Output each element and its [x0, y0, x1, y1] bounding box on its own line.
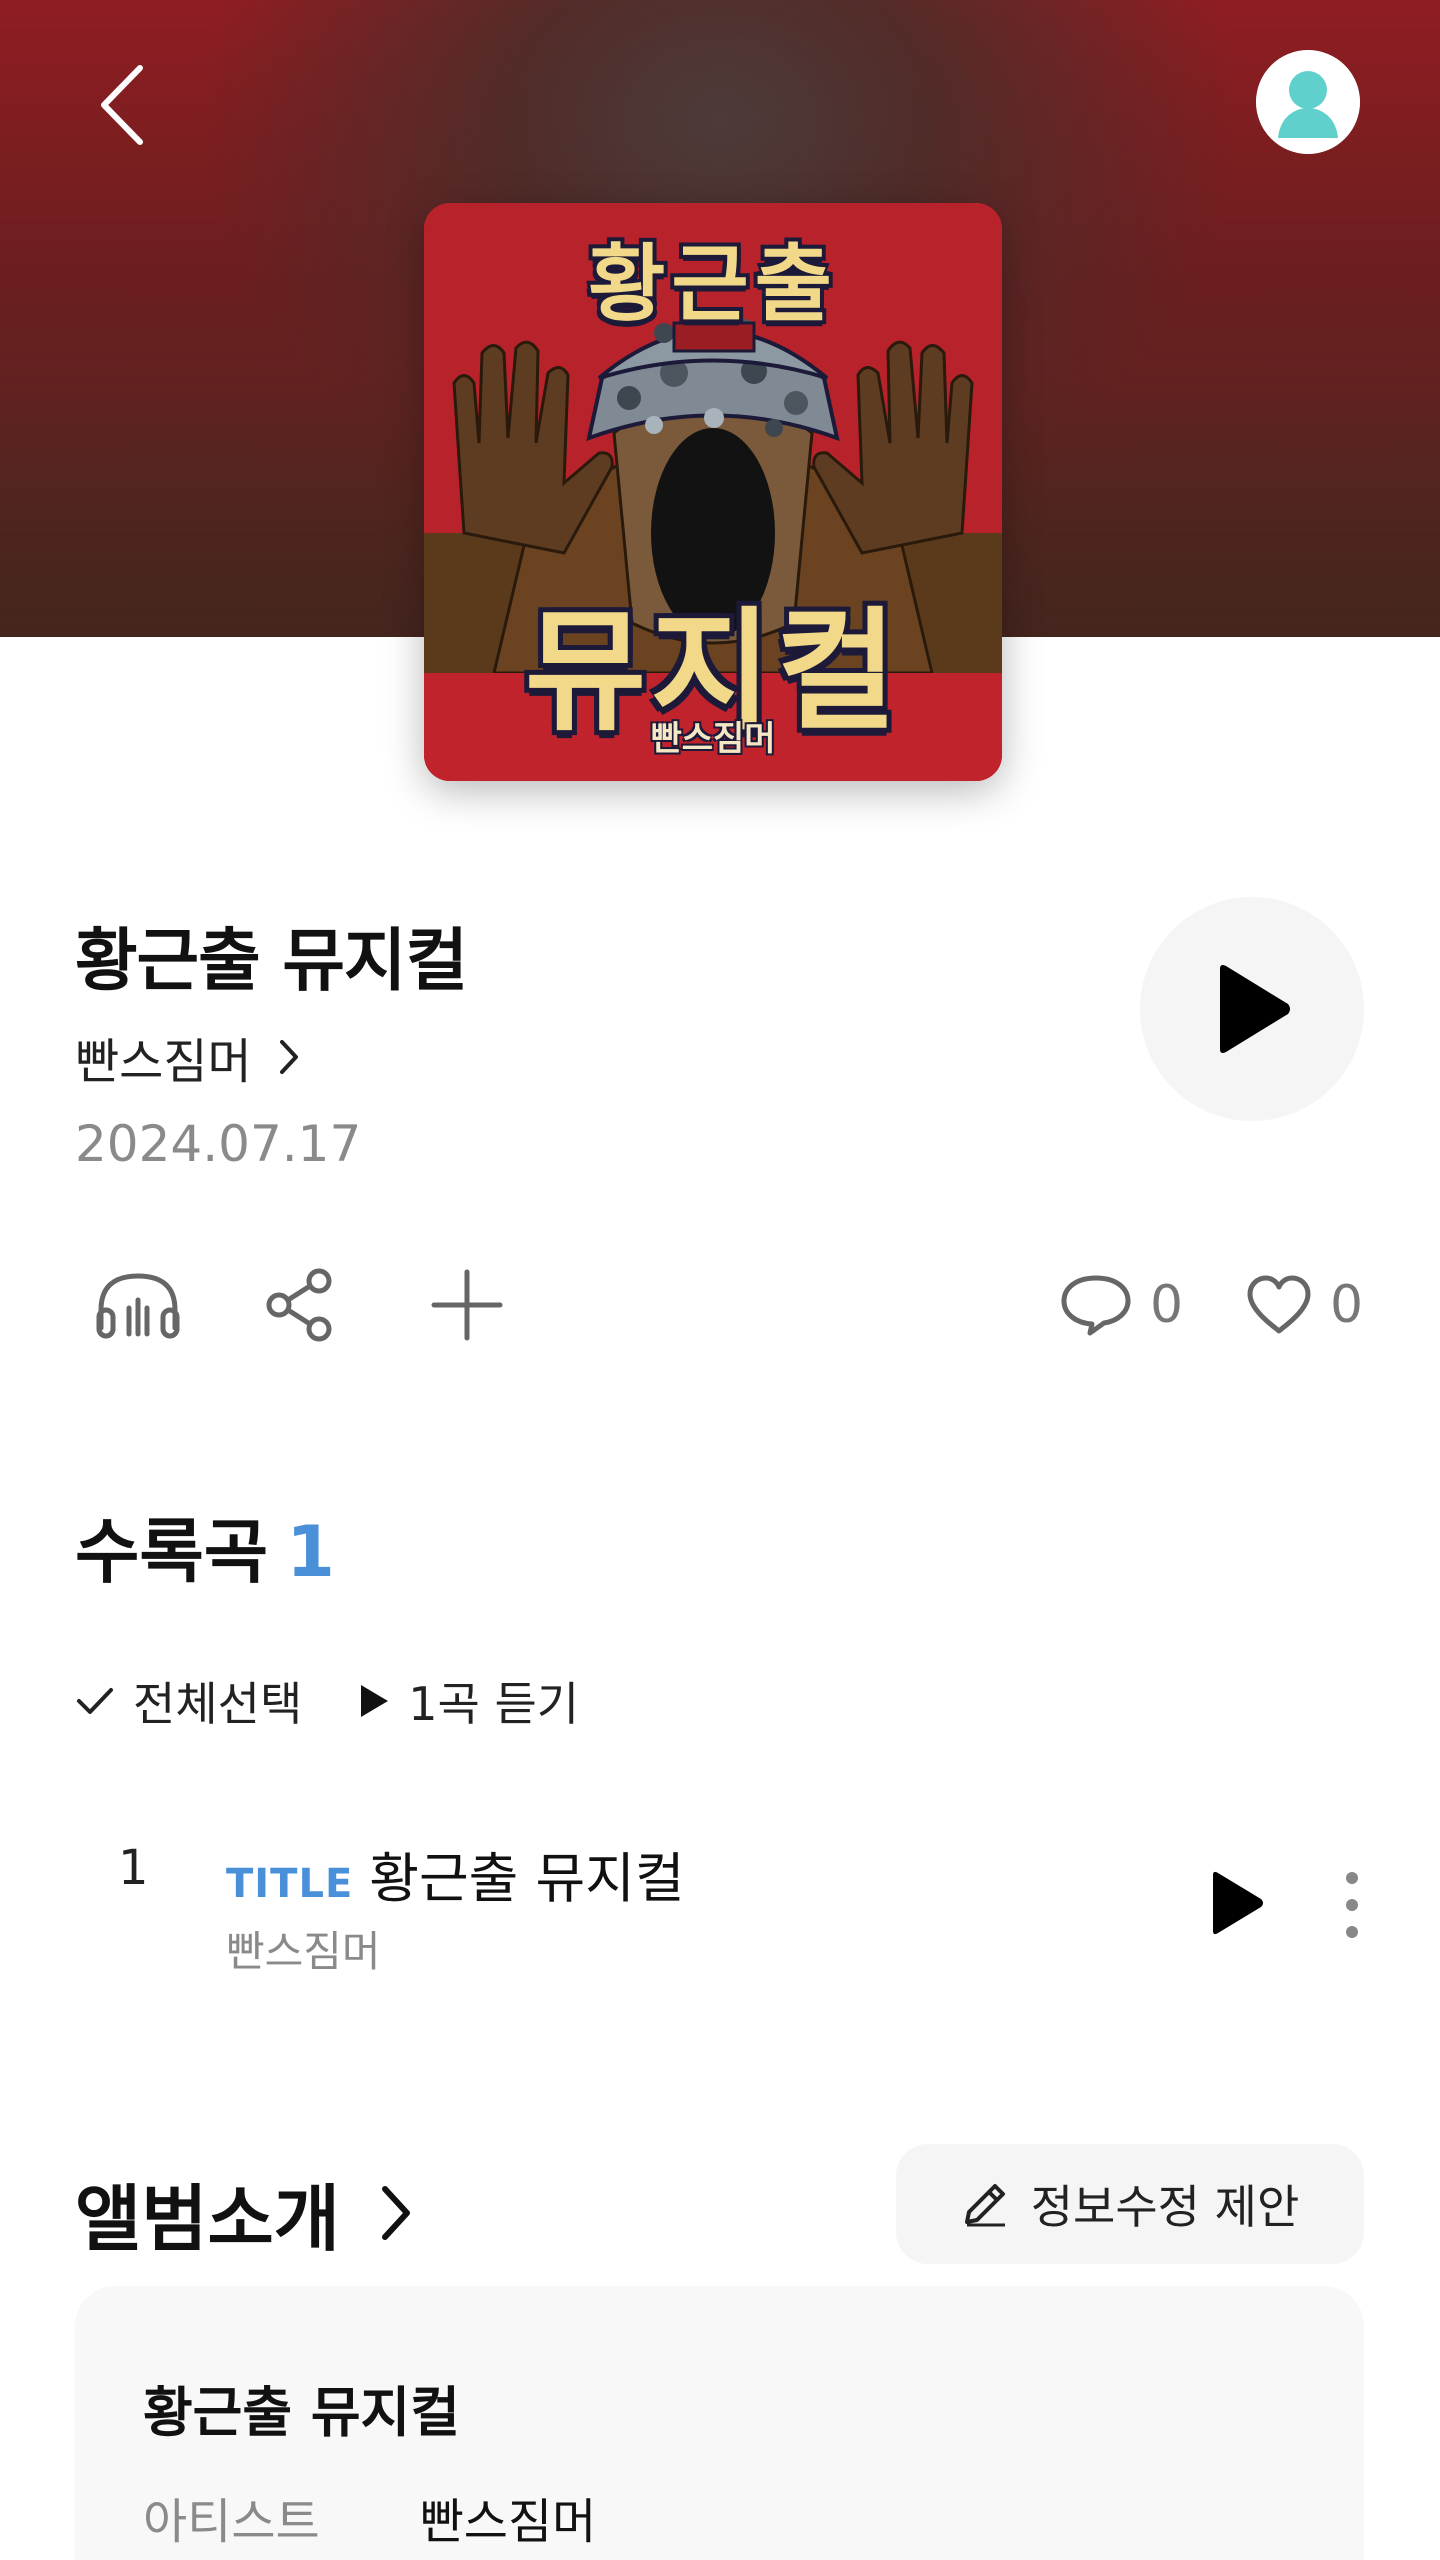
track-title-line: TITLE 황근출 뮤지컬	[226, 1834, 685, 1913]
album-cover-art: 황근출 뮤지컬 빤스짐머	[424, 203, 1002, 781]
info-artist-row: 아티스트 빤스짐머	[143, 2482, 596, 2552]
plus-icon	[431, 1269, 503, 1341]
play-icon	[1220, 965, 1290, 1053]
tracklist-label: 수록곡	[75, 1511, 269, 1593]
chevron-right-icon	[381, 2185, 410, 2240]
album-intro-heading: 앨범소개	[75, 2177, 340, 2261]
track-artist: 빤스짐머	[226, 1927, 381, 1976]
back-button[interactable]	[88, 60, 158, 150]
info-artist-value[interactable]: 빤스짐머	[420, 2482, 597, 2552]
select-all-label: 전체선택	[133, 1677, 303, 1731]
share-icon	[266, 1268, 332, 1342]
select-all-button[interactable]: 전체선택	[75, 1668, 302, 1734]
chevron-left-icon	[101, 65, 143, 145]
comment-count: 0	[1150, 1275, 1184, 1335]
track-play-button[interactable]	[1205, 1870, 1265, 1936]
title-badge: TITLE	[226, 1861, 354, 1907]
release-date: 2024.07.17	[75, 1115, 362, 1173]
add-to-playlist-button[interactable]	[430, 1265, 504, 1345]
info-card-title: 황근출 뮤지컬	[143, 2381, 460, 2444]
track-row[interactable]: 1 TITLE 황근출 뮤지컬 빤스짐머	[0, 1820, 1440, 1980]
share-button[interactable]	[265, 1265, 335, 1345]
play-icon	[361, 1685, 389, 1717]
profile-avatar-button[interactable]	[1256, 50, 1360, 154]
track-more-button[interactable]	[1335, 1870, 1369, 1940]
more-vertical-icon	[1346, 1872, 1358, 1938]
artist-link[interactable]: 빤스짐머	[75, 1022, 300, 1092]
comment-button[interactable]: 0	[1060, 1265, 1183, 1345]
pencil-icon	[964, 2184, 1005, 2227]
suggest-edit-label: 정보수정 제안	[1030, 2180, 1300, 2234]
user-avatar-icon	[1256, 50, 1360, 154]
artist-name: 빤스짐머	[75, 1034, 252, 1090]
listen-count-button[interactable]	[95, 1265, 181, 1345]
check-icon	[77, 1688, 113, 1714]
comment-icon	[1061, 1275, 1131, 1336]
chevron-right-icon	[279, 1040, 298, 1074]
play-all-button[interactable]: 1곡 듣기	[358, 1668, 579, 1734]
headphones-icon	[96, 1273, 180, 1339]
play-all-label: 1곡 듣기	[408, 1677, 580, 1731]
cover-top-lettering: 황근출	[588, 235, 838, 333]
suggest-edit-button[interactable]: 정보수정 제안	[896, 2144, 1364, 2264]
album-intro-link[interactable]: 앨범소개	[75, 2160, 412, 2265]
track-title: 황근출 뮤지컬	[369, 1847, 685, 1910]
cover-artist-lettering: 빤스짐머	[650, 719, 776, 759]
play-album-button[interactable]	[1140, 897, 1364, 1121]
info-artist-key: 아티스트	[143, 2494, 320, 2550]
play-icon	[1213, 1871, 1263, 1935]
like-count: 0	[1330, 1275, 1364, 1335]
album-title: 황근출 뮤지컬	[75, 922, 468, 1001]
track-number: 1	[118, 1840, 149, 1896]
tracklist-controls: 전체선택 1곡 듣기	[75, 1668, 635, 1734]
track-count: 1	[286, 1511, 335, 1593]
album-info-card: 황근출 뮤지컬 아티스트 빤스짐머	[75, 2286, 1364, 2560]
tracklist-heading: 수록곡 1	[75, 1496, 335, 1597]
like-button[interactable]: 0	[1246, 1265, 1363, 1345]
heart-icon	[1247, 1275, 1311, 1334]
